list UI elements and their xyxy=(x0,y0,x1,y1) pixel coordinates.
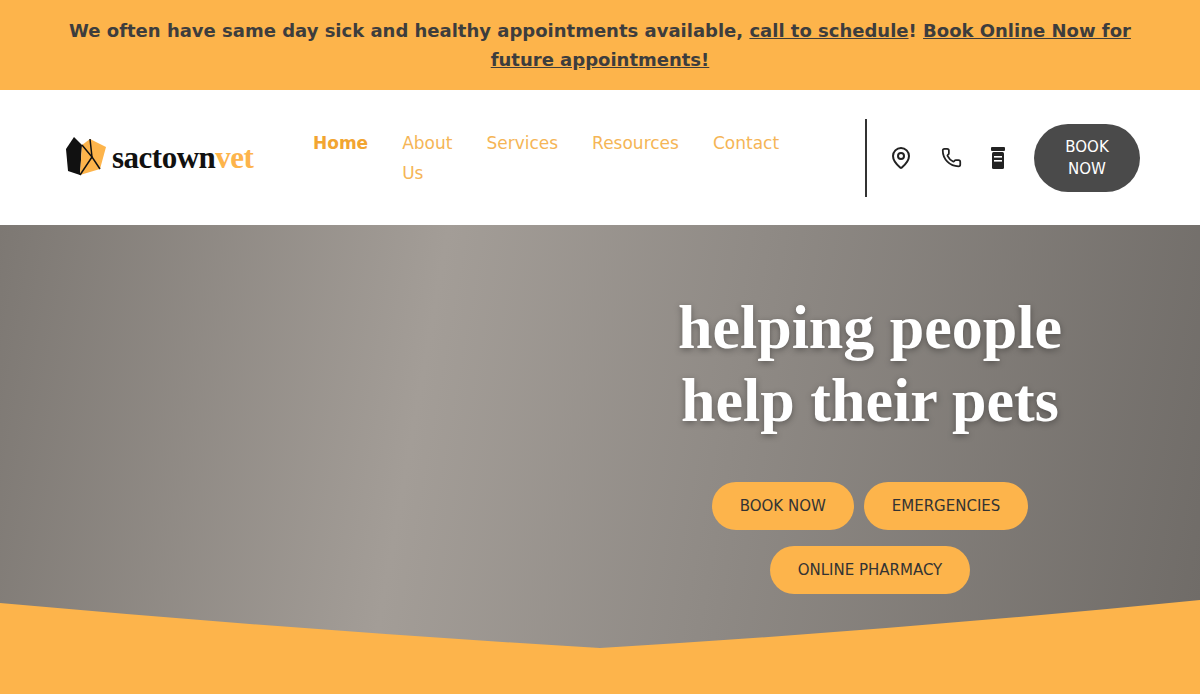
hero-button[interactable]: ONLINE PHARMACY xyxy=(770,546,971,594)
page: We often have same day sick and healthy … xyxy=(0,0,1200,694)
phone-button[interactable] xyxy=(941,147,962,168)
call-link[interactable]: call to schedule xyxy=(749,20,908,41)
nav-item[interactable]: Services xyxy=(486,128,558,188)
hero: helping peoplehelp their pets BOOK NOWEME… xyxy=(0,225,1200,694)
pharmacy-icon[interactable] xyxy=(990,146,1006,170)
pharmacy-button[interactable] xyxy=(990,146,1006,170)
hero-title: helping peoplehelp their pets xyxy=(678,291,1062,437)
phone-icon[interactable] xyxy=(941,147,962,168)
hero-button[interactable]: BOOK NOW xyxy=(712,482,854,530)
nav-item[interactable]: About Us xyxy=(402,128,452,188)
nav-item[interactable]: Home xyxy=(313,128,368,188)
location-button[interactable] xyxy=(889,146,913,170)
nav-item[interactable]: Contact xyxy=(713,128,779,188)
map-pin-icon[interactable] xyxy=(889,146,913,170)
announcement-banner: We often have same day sick and healthy … xyxy=(0,0,1200,90)
hero-button[interactable]: EMERGENCIES xyxy=(864,482,1029,530)
header-divider xyxy=(865,119,867,197)
logo-suffix: vet xyxy=(215,140,253,175)
logo-prefix: sactown xyxy=(112,140,215,175)
wave-divider xyxy=(0,600,1200,694)
logo-text: sactownvet xyxy=(112,140,253,176)
site-header: sactownvet Home About Us Services Resources C… xyxy=(0,90,1200,225)
logo[interactable]: sactownvet xyxy=(60,135,313,181)
banner-text: We often have same day sick and healthy … xyxy=(50,16,1150,74)
header-icons xyxy=(889,146,1006,170)
hero-buttons: BOOK NOWEMERGENCIES ONLINE PHARMACY xyxy=(690,482,1050,594)
hero-title-line: helping people xyxy=(678,291,1062,364)
main-nav: Home About Us Services Resources Contact xyxy=(313,128,845,188)
hero-title-line: help their pets xyxy=(678,364,1062,437)
header-book-button[interactable]: BOOK NOW xyxy=(1034,124,1140,192)
nav-item[interactable]: Resources xyxy=(592,128,679,188)
logo-icon xyxy=(60,135,108,181)
